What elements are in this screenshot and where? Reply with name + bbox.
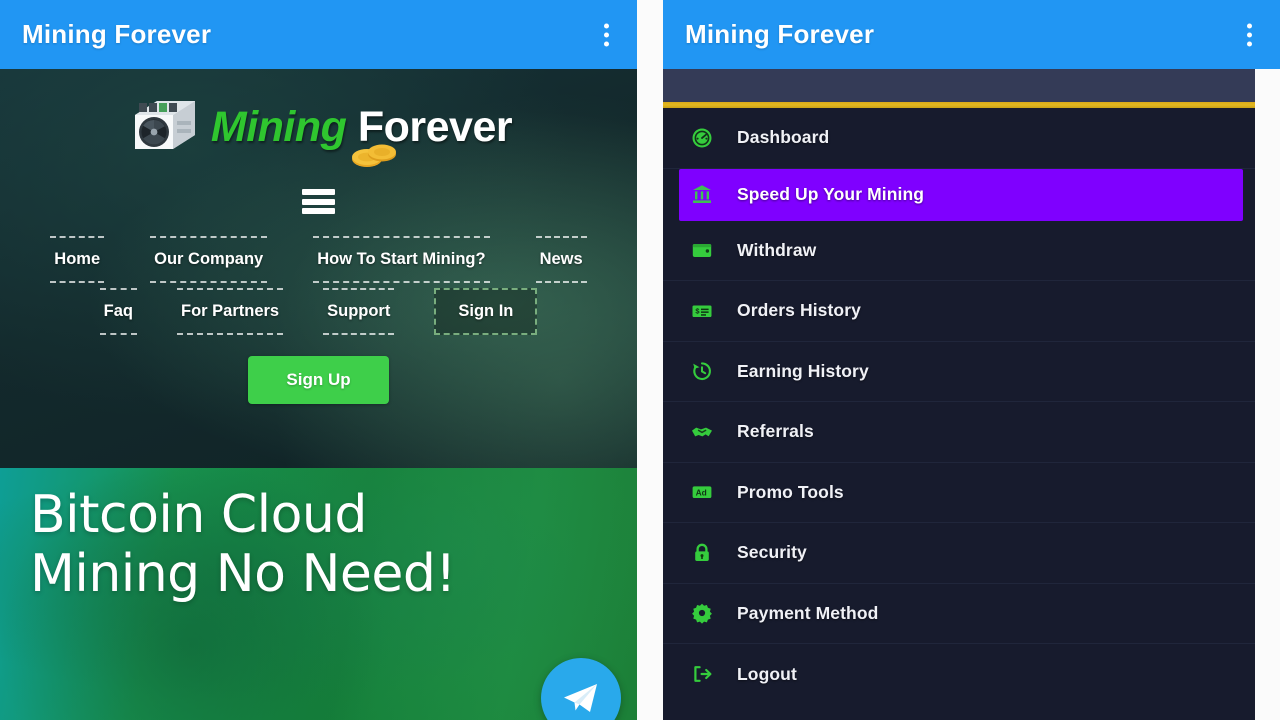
nav-item-home[interactable]: Home [50, 236, 105, 283]
bank-icon [689, 183, 715, 205]
hero-heading-line-1: Bitcoin Cloud [30, 485, 367, 545]
menu-item-label: Speed Up Your Mining [737, 183, 925, 204]
logo-word-mining: Mining [210, 102, 347, 151]
panel-divider [637, 0, 663, 720]
more-vertical-icon[interactable] [604, 23, 609, 46]
receipt-icon: $ [689, 300, 715, 322]
screenshot-root: Mining Forever Mining Forever Home Our C… [0, 0, 1280, 720]
menu-item-promo-tools[interactable]: Ad Promo Tools [663, 463, 1255, 523]
gauge-icon [689, 127, 715, 149]
menu-item-withdraw[interactable]: Withdraw [663, 221, 1255, 281]
paper-plane-glyph [564, 684, 597, 712]
hero-heading: Bitcoin Cloud Mining No Need! [30, 486, 456, 604]
menu-item-label: Promo Tools [737, 481, 844, 502]
site-logo-text: Mining Forever [210, 102, 513, 167]
menu-item-label: Security [737, 542, 807, 563]
svg-text:Ad: Ad [696, 488, 707, 498]
drawer-scrim[interactable] [1255, 69, 1280, 720]
menu-item-label: Logout [737, 663, 797, 684]
hamburger-menu-icon[interactable] [302, 189, 335, 214]
nav-item-sign-in[interactable]: Sign In [434, 288, 538, 335]
site-logo[interactable]: Mining Forever [0, 69, 637, 167]
menu-item-label: Payment Method [737, 602, 879, 623]
site-header-section: Mining Forever Home Our Company How To S… [0, 69, 637, 468]
left-screen: Mining Forever Mining Forever Home Our C… [0, 0, 637, 720]
drawer-menu-list: Dashboard Speed Up Your Mining Withdraw … [663, 108, 1255, 705]
right-app-bar-title: Mining Forever [685, 19, 875, 49]
mining-rig-icon [134, 101, 195, 149]
menu-item-label: Referrals [737, 421, 814, 442]
telegram-paper-plane-icon[interactable] [541, 658, 621, 720]
left-app-bar: Mining Forever [0, 0, 637, 69]
right-app-bar: Mining Forever [663, 0, 1280, 69]
drawer-inner: Dashboard Speed Up Your Mining Withdraw … [663, 69, 1255, 720]
menu-item-logout[interactable]: Logout [663, 644, 1255, 705]
svg-text:$: $ [695, 306, 699, 315]
ad-icon: Ad [689, 481, 715, 503]
hero-heading-line-2: Mining No Need! [30, 543, 456, 604]
menu-item-referrals[interactable]: Referrals [663, 402, 1255, 463]
gear-icon [689, 602, 715, 624]
clock-rotate-icon [689, 360, 715, 382]
menu-item-orders-history[interactable]: $ Orders History [663, 281, 1255, 342]
site-nav-row-secondary: Faq For Partners Support Sign In [30, 288, 607, 335]
lock-icon [689, 542, 715, 564]
menu-item-security[interactable]: Security [663, 523, 1255, 584]
right-screen: Mining Forever Dashboard Speed Up Your M… [663, 0, 1280, 720]
menu-item-earning-history[interactable]: Earning History [663, 342, 1255, 402]
left-app-bar-title: Mining Forever [22, 19, 212, 49]
site-nav: Home Our Company How To Start Mining? Ne… [0, 236, 637, 335]
nav-item-how-to-start-mining[interactable]: How To Start Mining? [313, 236, 490, 283]
wallet-icon [689, 239, 715, 261]
nav-item-faq[interactable]: Faq [99, 288, 137, 335]
nav-item-for-partners[interactable]: For Partners [176, 288, 284, 335]
logout-icon [689, 663, 715, 685]
menu-item-label: Withdraw [737, 239, 817, 260]
menu-item-speed-up-your-mining[interactable]: Speed Up Your Mining [679, 168, 1243, 221]
nav-item-news[interactable]: News [535, 236, 587, 283]
menu-item-label: Dashboard [737, 127, 830, 148]
menu-item-payment-method[interactable]: Payment Method [663, 584, 1255, 644]
navigation-drawer: Dashboard Speed Up Your Mining Withdraw … [663, 69, 1280, 720]
more-vertical-icon[interactable] [1247, 23, 1252, 46]
hero-section: Bitcoin Cloud Mining No Need! [0, 468, 637, 720]
nav-item-our-company[interactable]: Our Company [150, 236, 268, 283]
sign-up-button[interactable]: Sign Up [248, 356, 389, 404]
drawer-profile-header [663, 69, 1255, 102]
nav-item-support[interactable]: Support [323, 288, 395, 335]
menu-item-dashboard[interactable]: Dashboard [663, 108, 1255, 169]
signup-button-wrap: Sign Up [0, 356, 637, 404]
site-nav-row-primary: Home Our Company How To Start Mining? Ne… [30, 236, 607, 283]
menu-item-label: Earning History [737, 360, 869, 381]
handshake-icon [689, 421, 715, 443]
menu-item-label: Orders History [737, 300, 861, 321]
gold-coins-icon [351, 144, 396, 167]
